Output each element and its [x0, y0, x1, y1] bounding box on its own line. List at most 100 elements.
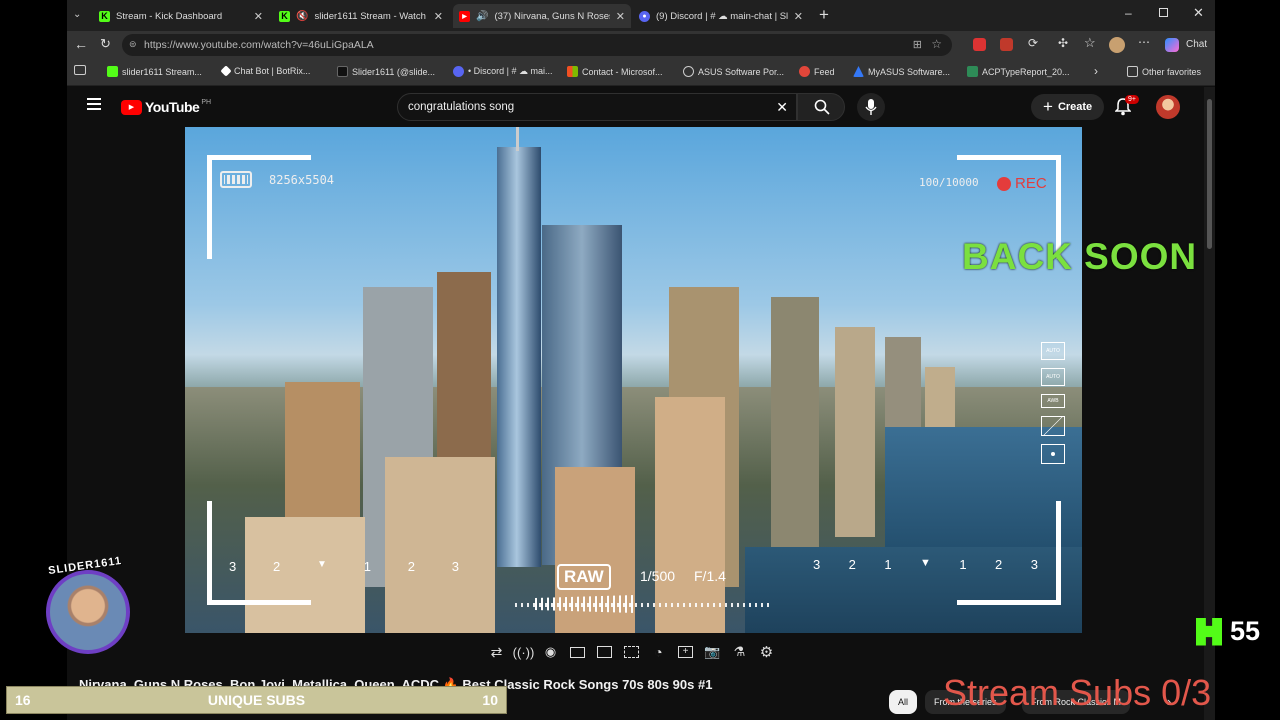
other-favorites[interactable]: Other favorites [1127, 66, 1201, 77]
collections-icon[interactable] [74, 65, 86, 75]
aperture: F/1.4 [694, 568, 726, 584]
favorite-item[interactable]: • Discord | # ☁ mai... [453, 66, 553, 77]
battery-icon [220, 171, 252, 188]
kick-icon: K [279, 10, 290, 22]
split-screen-icon[interactable]: ⊞ [913, 38, 922, 51]
favorite-item[interactable]: ACPTypeReport_20... [967, 66, 1070, 77]
streamer-avatar: SLIDER1611 [40, 555, 136, 654]
url-text: https://www.youtube.com/watch?v=46uLiGpa… [144, 39, 374, 51]
chevron-right-icon[interactable]: › [1094, 64, 1098, 78]
favorites-icon[interactable]: ☆ [1084, 35, 1096, 51]
search-input[interactable]: congratulations song ✕ [397, 93, 797, 121]
favorite-item[interactable]: slider1611 Stream... [107, 66, 202, 77]
white-balance-icon: AWB [1041, 394, 1065, 408]
minimize-button[interactable]: – [1125, 6, 1132, 20]
tab-title: (9) Discord | # ☁ main-chat | Slide [656, 10, 788, 22]
tab-kick-stream[interactable]: K 🔇 slider1611 Stream - Watch Liv ✕ [273, 4, 449, 28]
favorite-item[interactable]: Slider1611 (@slide... [337, 66, 435, 77]
close-window-button[interactable]: ✕ [1193, 5, 1204, 21]
add-icon[interactable]: + [676, 643, 695, 662]
right-scale: 3 2 1 ▼ 1 2 3 [813, 557, 1038, 572]
refresh-icon[interactable]: ↻ [100, 36, 111, 52]
scroll-thumb[interactable] [1207, 99, 1212, 249]
view-icon[interactable]: ◉ [541, 643, 560, 662]
audio-icon[interactable]: ((·)) [513, 643, 535, 662]
mic-icon [865, 99, 877, 115]
camera-icon[interactable]: 📷 [703, 643, 722, 662]
extension-icon[interactable] [973, 38, 986, 51]
video-player[interactable]: 8256x5504 100/10000 REC AUTO AUTO AWB 32… [185, 127, 1082, 633]
search-button[interactable] [797, 93, 845, 121]
loop-icon[interactable]: ⇄ [487, 643, 506, 662]
account-avatar[interactable] [1156, 95, 1180, 119]
mute-icon[interactable]: 🔇 [296, 11, 308, 22]
create-button[interactable]: + Create [1031, 94, 1105, 120]
feed-icon [799, 66, 810, 77]
discord-icon: ● [639, 10, 650, 22]
tab-kick-dashboard[interactable]: K Stream - Kick Dashboard ✕ [93, 4, 269, 28]
tab-title: slider1611 Stream - Watch Liv [314, 10, 427, 22]
resolution-label: 8256x5504 [269, 173, 335, 187]
favorite-item[interactable]: Contact - Microsof... [567, 66, 663, 77]
tab-title: Stream - Kick Dashboard [116, 10, 223, 22]
clear-search-icon[interactable]: ✕ [776, 99, 788, 116]
star-icon[interactable]: ☆ [931, 37, 942, 51]
url-field[interactable]: ⊜ https://www.youtube.com/watch?v=46uLiG… [122, 34, 952, 56]
address-bar: ← ↻ ⊜ https://www.youtube.com/watch?v=46… [67, 31, 1215, 59]
notifications-button[interactable]: 9+ [1114, 95, 1139, 121]
menu-icon[interactable] [87, 98, 101, 110]
close-icon[interactable]: ✕ [616, 10, 625, 23]
hud-side-icons: AUTO AUTO AWB [1041, 342, 1065, 464]
unique-subs-left: 16 [15, 692, 31, 708]
site-info-icon[interactable]: ⊜ [129, 39, 137, 50]
extension-icon[interactable] [1000, 38, 1013, 51]
refresh-icon[interactable]: ⟳ [1028, 36, 1038, 50]
plus-icon: + [1043, 97, 1053, 116]
favorite-item[interactable]: MyASUS Software... [853, 66, 950, 77]
tab-actions-icon[interactable]: ⌄ [73, 9, 81, 20]
metering-icon [1041, 444, 1065, 464]
kick-icon [107, 66, 118, 77]
dots-icon[interactable] [622, 643, 641, 662]
chip-all[interactable]: All [889, 690, 918, 714]
viewfinder-corner [957, 501, 1061, 605]
back-icon[interactable]: ← [74, 36, 88, 52]
unique-subs-bar: 16 UNIQUE SUBS 10 [6, 686, 507, 714]
favorite-item[interactable]: Feed [799, 66, 835, 77]
asus-icon [853, 66, 864, 77]
voice-search-button[interactable] [857, 93, 885, 121]
folder-icon [1127, 66, 1138, 77]
fullscreen-icon[interactable] [595, 643, 614, 662]
speed-icon[interactable]: ◔ [649, 643, 668, 662]
back-soon-overlay: BACK SOON [962, 236, 1198, 277]
stream-subs-goal: Stream Subs 0/3 [943, 672, 1212, 713]
speaker-icon[interactable]: 🔊 [476, 11, 488, 22]
cinema-icon[interactable] [568, 643, 587, 662]
profile-avatar[interactable] [1109, 37, 1125, 53]
tab-discord[interactable]: ● (9) Discord | # ☁ main-chat | Slide ✕ [633, 4, 809, 28]
gear-icon[interactable]: ⚙ [757, 643, 776, 662]
close-icon[interactable]: ✕ [254, 10, 263, 23]
favorite-item[interactable]: ASUS Software Por... [683, 66, 784, 77]
copilot-icon[interactable] [1165, 38, 1179, 52]
youtube-logo[interactable]: ▶ YouTube PH [121, 99, 211, 115]
youtube-header: ▶ YouTube PH congratulations song ✕ + Cr… [67, 87, 1215, 127]
restore-button[interactable] [1159, 8, 1168, 17]
close-icon[interactable]: ✕ [434, 10, 443, 23]
unique-subs-label: UNIQUE SUBS [207, 692, 306, 708]
new-tab-button[interactable]: + [819, 5, 829, 25]
flask-icon[interactable]: ⚗ [730, 643, 749, 662]
frame-counter: 100/10000 [919, 176, 979, 189]
notification-badge: 9+ [1125, 95, 1139, 104]
tab-youtube[interactable]: ▶ 🔊 (37) Nirvana, Guns N Roses, B ✕ [453, 4, 631, 28]
more-icon[interactable]: ⋯ [1138, 35, 1150, 49]
viewfinder-corner [207, 501, 311, 605]
kick-icon: K [99, 10, 110, 22]
chat-label[interactable]: Chat [1186, 39, 1207, 50]
close-icon[interactable]: ✕ [794, 10, 803, 23]
extensions-icon[interactable]: ✣ [1058, 36, 1068, 50]
tab-title: (37) Nirvana, Guns N Roses, B [494, 10, 610, 22]
favorite-item[interactable]: Chat Bot | BotRix... [220, 65, 310, 77]
raw-badge: RAW [557, 564, 611, 590]
globe-icon [683, 66, 694, 77]
